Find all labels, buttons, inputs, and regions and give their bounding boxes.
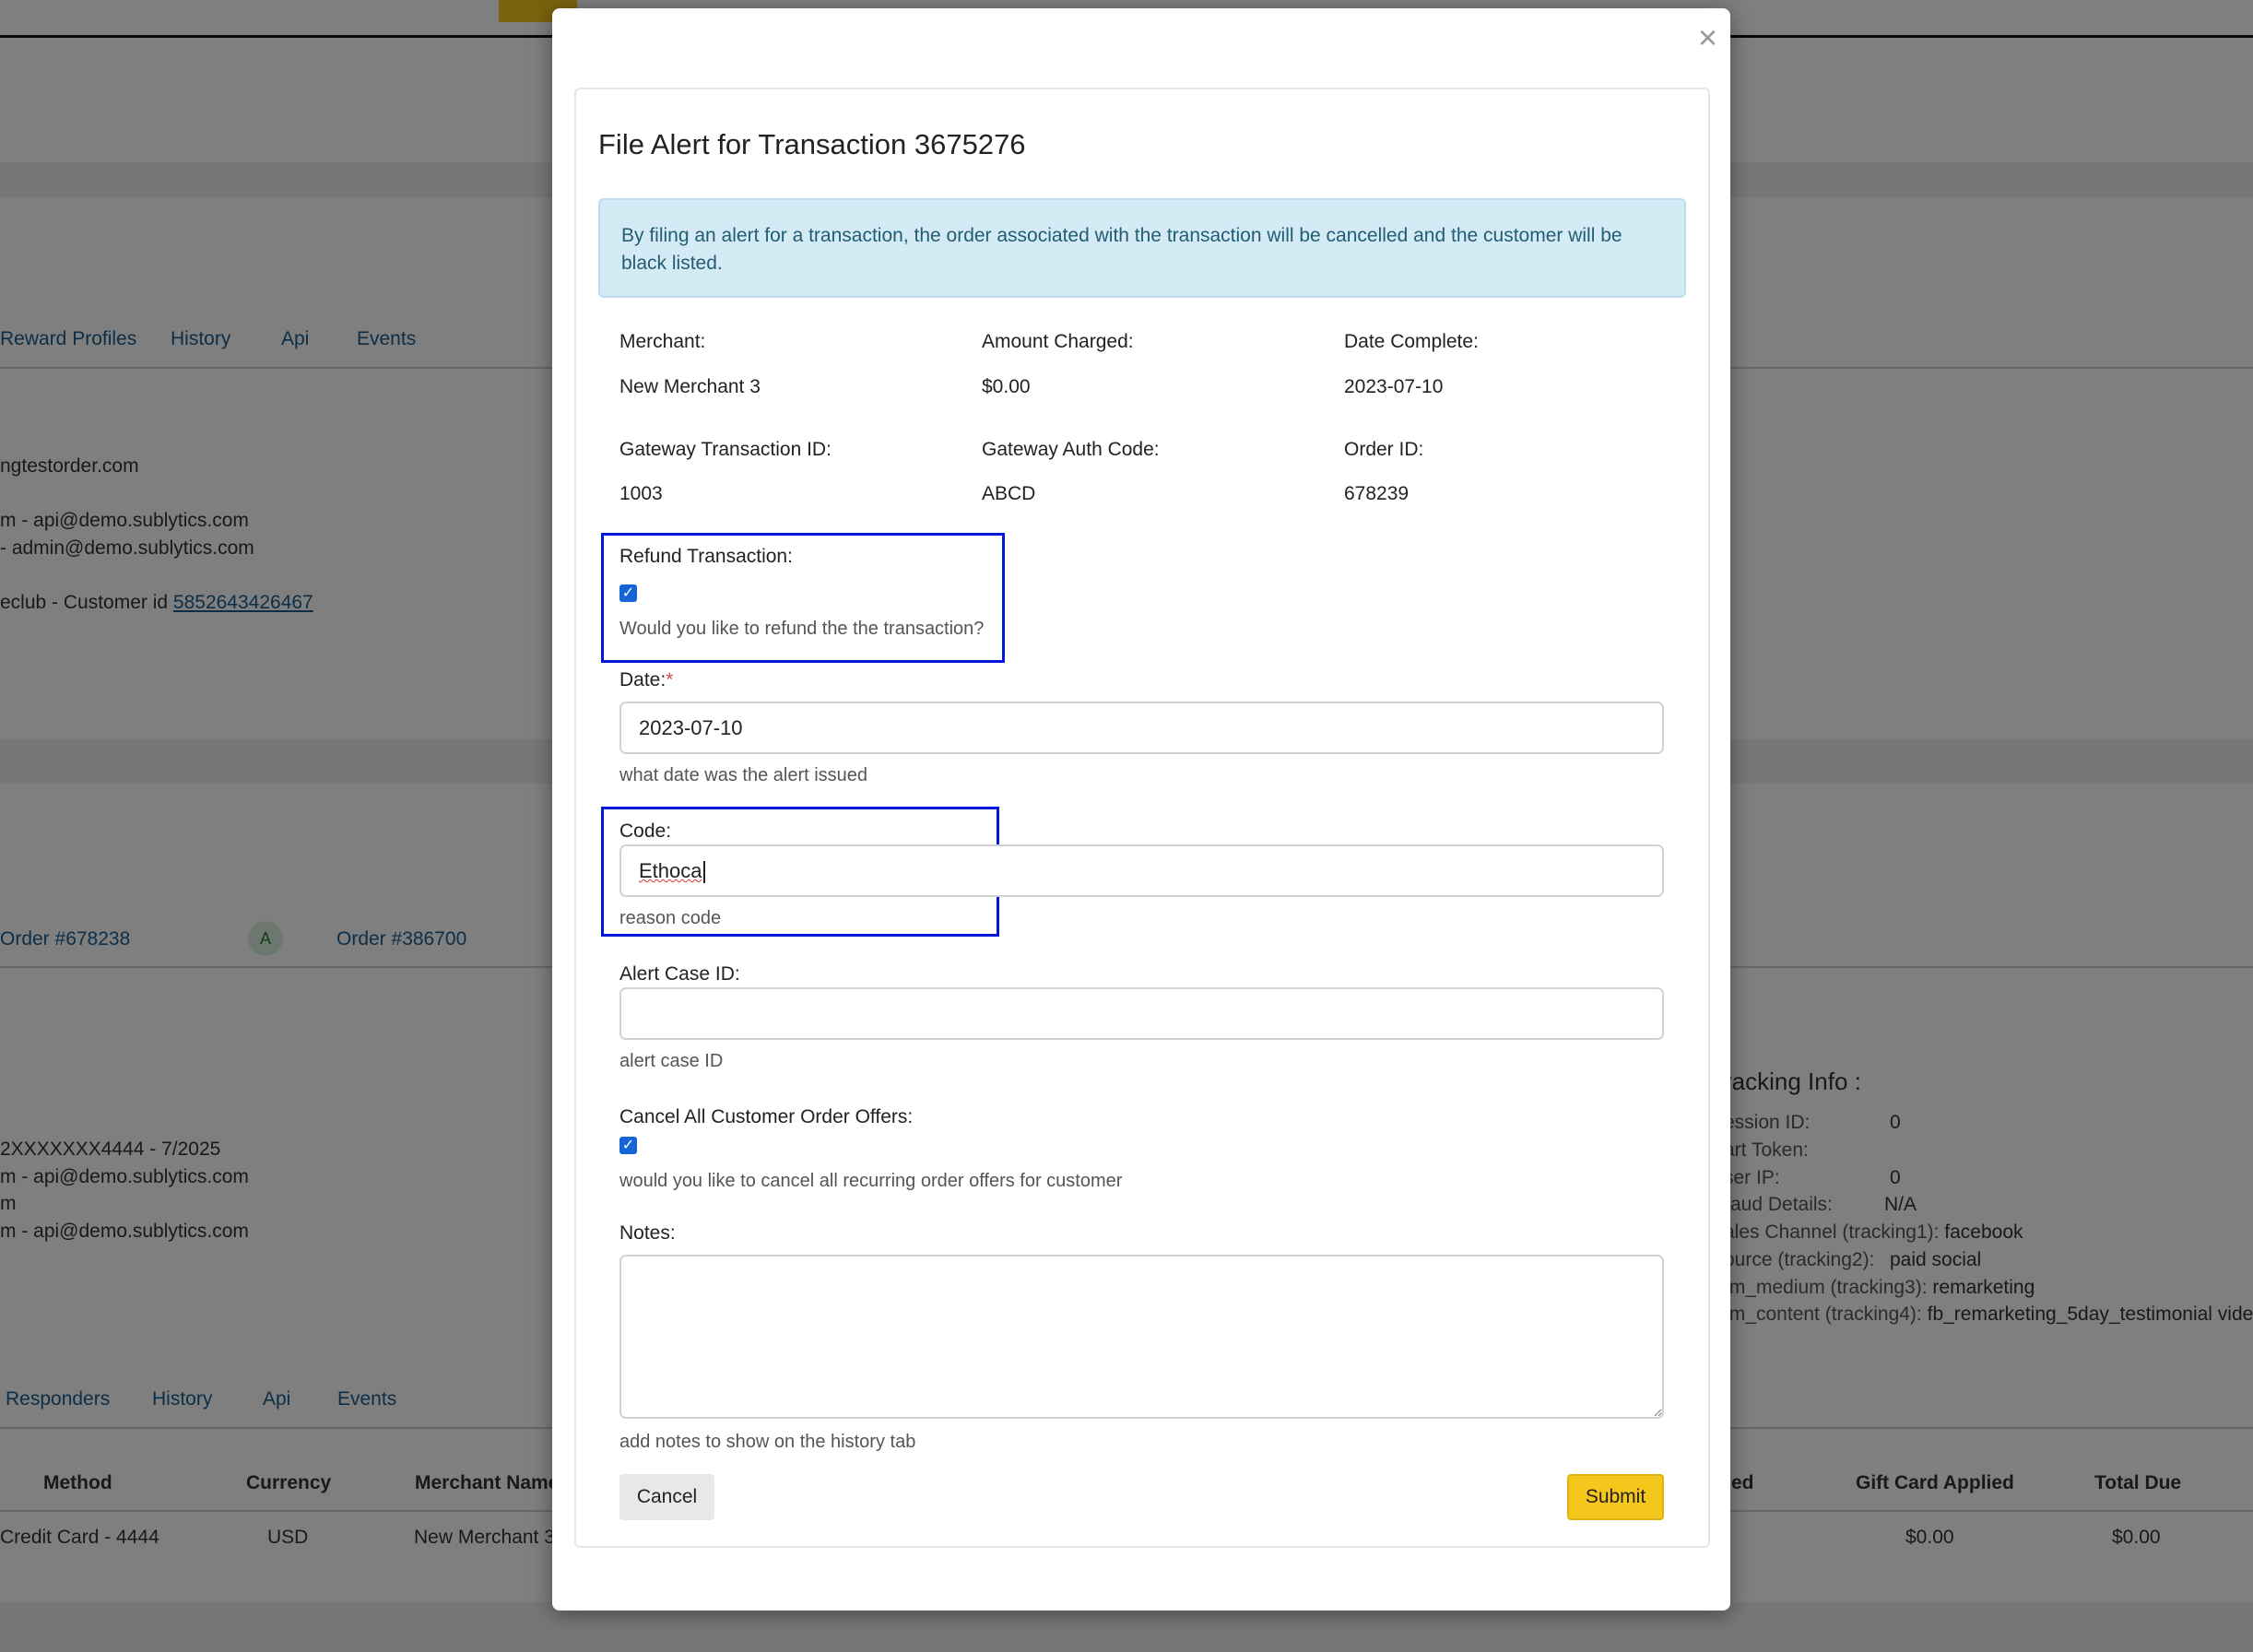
refund-transaction-hint: Would you like to refund the the transac… <box>619 619 985 639</box>
refund-transaction-label: Refund Transaction: <box>619 546 793 567</box>
date-label-text: Date: <box>619 669 666 690</box>
merchant-label: Merchant: <box>619 331 706 352</box>
text-caret <box>702 861 705 884</box>
date-input[interactable] <box>619 702 1664 754</box>
code-input-value: Ethoca <box>639 859 702 882</box>
alert-case-id-hint: alert case ID <box>619 1051 724 1071</box>
gateway-auth-code-value: ABCD <box>982 483 1036 504</box>
close-icon[interactable]: × <box>1698 21 1717 54</box>
notes-label: Notes: <box>619 1222 676 1244</box>
order-id-label: Order ID: <box>1344 439 1424 460</box>
required-mark: * <box>666 669 674 690</box>
amount-charged-label: Amount Charged: <box>982 331 1134 352</box>
modal-title: File Alert for Transaction 3675276 <box>598 128 1026 160</box>
order-id-value: 678239 <box>1344 483 1410 504</box>
info-alert: By filing an alert for a transaction, th… <box>598 198 1686 298</box>
code-hint: reason code <box>619 908 722 928</box>
notes-textarea[interactable] <box>619 1255 1664 1419</box>
refund-transaction-checkbox[interactable]: ✓ <box>619 584 637 602</box>
modal-card: File Alert for Transaction 3675276 By fi… <box>574 88 1710 1548</box>
date-label: Date:* <box>619 669 673 691</box>
merchant-value: New Merchant 3 <box>619 376 761 397</box>
date-hint: what date was the alert issued <box>619 765 868 785</box>
cancel-offers-hint: would you like to cancel all recurring o… <box>619 1171 1123 1191</box>
date-complete-value: 2023-07-10 <box>1344 376 1444 397</box>
info-alert-text: By filing an alert for a transaction, th… <box>621 225 1622 274</box>
alert-case-id-label: Alert Case ID: <box>619 963 740 985</box>
amount-charged-value: $0.00 <box>982 376 1031 397</box>
gateway-transaction-id-value: 1003 <box>619 483 663 504</box>
cancel-offers-label: Cancel All Customer Order Offers: <box>619 1106 914 1127</box>
gateway-transaction-id-label: Gateway Transaction ID: <box>619 439 832 460</box>
notes-hint: add notes to show on the history tab <box>619 1432 916 1452</box>
code-input[interactable]: Ethoca <box>619 844 1664 897</box>
gateway-auth-code-label: Gateway Auth Code: <box>982 439 1160 460</box>
cancel-offers-checkbox[interactable]: ✓ <box>619 1137 637 1154</box>
code-label: Code: <box>619 820 672 842</box>
file-alert-modal: × File Alert for Transaction 3675276 By … <box>552 8 1730 1611</box>
cancel-button[interactable]: Cancel <box>619 1474 714 1520</box>
date-complete-label: Date Complete: <box>1344 331 1479 352</box>
submit-button[interactable]: Submit <box>1567 1474 1664 1520</box>
alert-case-id-input[interactable] <box>619 987 1664 1040</box>
